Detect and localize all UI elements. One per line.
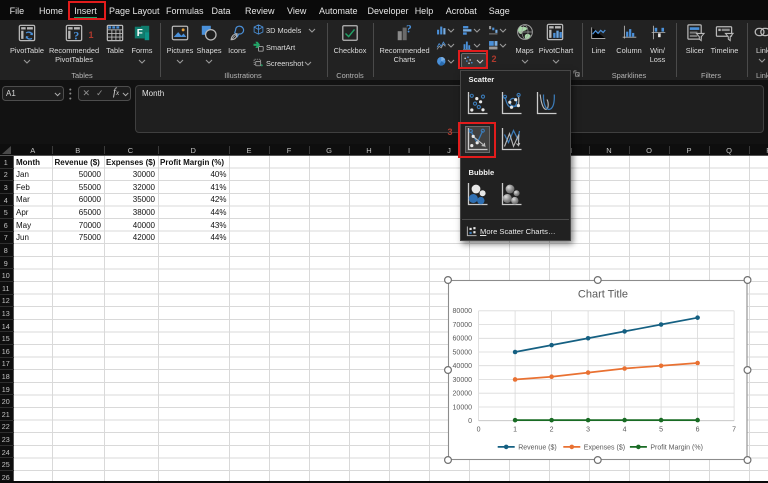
svg-text:1: 1 <box>513 427 517 434</box>
svg-text:F: F <box>137 28 143 39</box>
svg-text:?: ? <box>406 24 412 36</box>
svg-text:Profit Margin (%): Profit Margin (%) <box>650 445 703 452</box>
svg-text:80000: 80000 <box>452 308 472 315</box>
svg-text:60000: 60000 <box>452 336 472 343</box>
svg-text:4: 4 <box>622 427 626 434</box>
svg-text:5: 5 <box>659 427 663 434</box>
svg-text:6: 6 <box>695 427 699 434</box>
svg-text:0: 0 <box>476 427 480 434</box>
svg-text:50000: 50000 <box>452 349 472 356</box>
svg-text:20000: 20000 <box>452 391 472 398</box>
svg-text:40000: 40000 <box>452 363 472 370</box>
svg-text:Expenses ($): Expenses ($) <box>583 445 624 452</box>
svg-text:7: 7 <box>732 427 736 434</box>
svg-text:0: 0 <box>468 418 472 425</box>
svg-text:Chart Title: Chart Title <box>577 289 627 301</box>
svg-text:3: 3 <box>586 427 590 434</box>
svg-text:10000: 10000 <box>452 404 472 411</box>
svg-text:2: 2 <box>549 427 553 434</box>
svg-text:?: ? <box>73 29 79 42</box>
svg-text:30000: 30000 <box>452 377 472 384</box>
svg-text:70000: 70000 <box>452 322 472 329</box>
svg-text:Revenue ($): Revenue ($) <box>518 445 557 452</box>
